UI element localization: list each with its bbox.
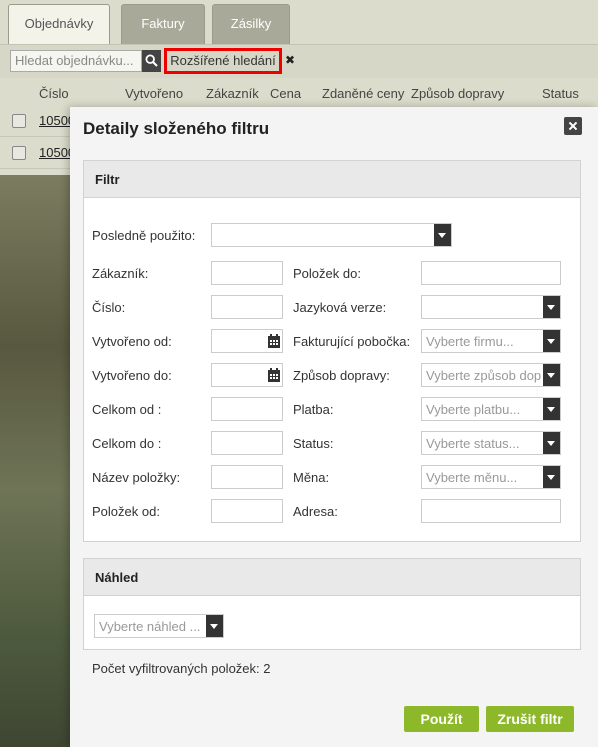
filter-field-label: Adresa:	[293, 504, 338, 519]
select-placeholder: Vyberte firmu...	[426, 334, 514, 349]
cancel-filter-button[interactable]: Zrušit filtr	[486, 706, 574, 732]
search-icon	[145, 54, 158, 67]
date-input[interactable]	[211, 363, 283, 387]
chevron-down-icon	[434, 224, 451, 246]
filter-details-dialog: Detaily složeného filtru Filtr Posledně …	[70, 107, 598, 747]
filter-panel-heading: Filtr	[84, 161, 580, 198]
filter-field-label: Vytvořeno do:	[92, 368, 172, 383]
apply-button[interactable]: Použít	[404, 706, 479, 732]
select-placeholder: Vyberte měnu...	[426, 470, 518, 485]
column-header-zdanene-ceny[interactable]: Zdaněné ceny	[322, 86, 404, 101]
filter-field-label: Celkom od :	[92, 402, 162, 417]
filter-field-label: Status:	[293, 436, 334, 451]
filter-field-label: Způsob dopravy:	[293, 368, 390, 383]
chevron-down-icon	[543, 466, 560, 488]
select-placeholder: Vyberte status...	[426, 436, 520, 451]
column-header-cena[interactable]: Cena	[270, 86, 301, 101]
filter-select[interactable]	[421, 295, 561, 319]
chevron-down-icon	[543, 432, 560, 454]
filter-field-label: Položek od:	[92, 504, 160, 519]
filter-field-label: Jazyková verze:	[293, 300, 387, 315]
filter-select[interactable]: Vyberte status...	[421, 431, 561, 455]
filtered-count-text: Počet vyfiltrovaných položek: 2	[92, 661, 271, 676]
preview-panel-heading: Náhled	[84, 559, 580, 596]
tab-bar: Objednávky Faktury Zásilky	[0, 0, 598, 45]
filter-text-input[interactable]	[211, 431, 283, 455]
filter-field-label: Položek do:	[293, 266, 361, 281]
preview-select-placeholder: Vyberte náhled ...	[99, 619, 201, 634]
row-checkbox[interactable]	[12, 114, 26, 128]
filter-field-label: Celkom do :	[92, 436, 162, 451]
column-header-cislo[interactable]: Číslo	[39, 86, 69, 101]
column-header-zpusob-dopravy[interactable]: Způsob dopravy	[411, 86, 504, 101]
order-search-input[interactable]: Hledat objednávku...	[10, 50, 142, 72]
chevron-down-icon	[543, 296, 560, 318]
column-header-zakaznik[interactable]: Zákazník	[206, 86, 259, 101]
filter-select[interactable]: Vyberte platbu...	[421, 397, 561, 421]
chevron-down-icon	[543, 364, 560, 386]
preview-panel: Náhled Vyberte náhled ...	[83, 558, 581, 650]
filter-text-input[interactable]	[211, 261, 283, 285]
filter-field-label: Platba:	[293, 402, 334, 417]
filter-text-input[interactable]	[211, 397, 283, 421]
filter-field-label: Měna:	[293, 470, 330, 485]
close-icon[interactable]	[564, 117, 582, 135]
last-used-label: Posledně použito:	[92, 228, 196, 243]
list-header: Číslo Vytvořeno Zákazník Cena Zdaněné ce…	[0, 78, 598, 108]
last-used-select[interactable]	[211, 223, 452, 247]
advanced-search-button[interactable]: Rozšířené hledání	[164, 48, 282, 74]
filter-field-label: Zákazník:	[92, 266, 149, 281]
background-overlay-strip	[0, 175, 70, 747]
filter-text-input[interactable]	[211, 295, 283, 319]
dialog-title: Detaily složeného filtru	[83, 119, 270, 138]
chevron-down-icon	[206, 615, 223, 637]
select-placeholder: Vyberte platbu...	[426, 402, 521, 417]
tab-objednavky[interactable]: Objednávky	[8, 4, 110, 45]
filter-panel: Filtr Posledně použito: Zákazník: Číslo: V…	[83, 160, 581, 542]
tab-faktury[interactable]: Faktury	[121, 4, 205, 44]
clear-advanced-search-icon[interactable]: ✖	[285, 53, 295, 67]
filter-field-label: Název položky:	[92, 470, 181, 485]
select-placeholder: Vyberte způsob dop	[426, 368, 542, 383]
tab-zasilky[interactable]: Zásilky	[212, 4, 290, 44]
filter-select[interactable]: Vyberte měnu...	[421, 465, 561, 489]
calendar-icon[interactable]	[267, 367, 281, 383]
calendar-icon[interactable]	[267, 333, 281, 349]
date-input[interactable]	[211, 329, 283, 353]
search-button[interactable]	[142, 50, 161, 72]
column-header-vytvoreno[interactable]: Vytvořeno	[125, 86, 183, 101]
filter-field-label: Vytvořeno od:	[92, 334, 172, 349]
toolbar: Hledat objednávku... Rozšířené hledání ✖	[0, 44, 598, 78]
filter-text-input[interactable]	[211, 499, 283, 523]
filter-field-label: Číslo:	[92, 300, 126, 315]
chevron-down-icon	[543, 398, 560, 420]
filter-text-input[interactable]	[421, 499, 561, 523]
filter-text-input[interactable]	[421, 261, 561, 285]
filter-select[interactable]: Vyberte způsob dop	[421, 363, 561, 387]
preview-select[interactable]: Vyberte náhled ...	[94, 614, 224, 638]
filter-text-input[interactable]	[211, 465, 283, 489]
filter-select[interactable]: Vyberte firmu...	[421, 329, 561, 353]
chevron-down-icon	[543, 330, 560, 352]
filter-field-label: Fakturující pobočka:	[293, 334, 411, 349]
column-header-status[interactable]: Status	[542, 86, 579, 101]
row-checkbox[interactable]	[12, 146, 26, 160]
